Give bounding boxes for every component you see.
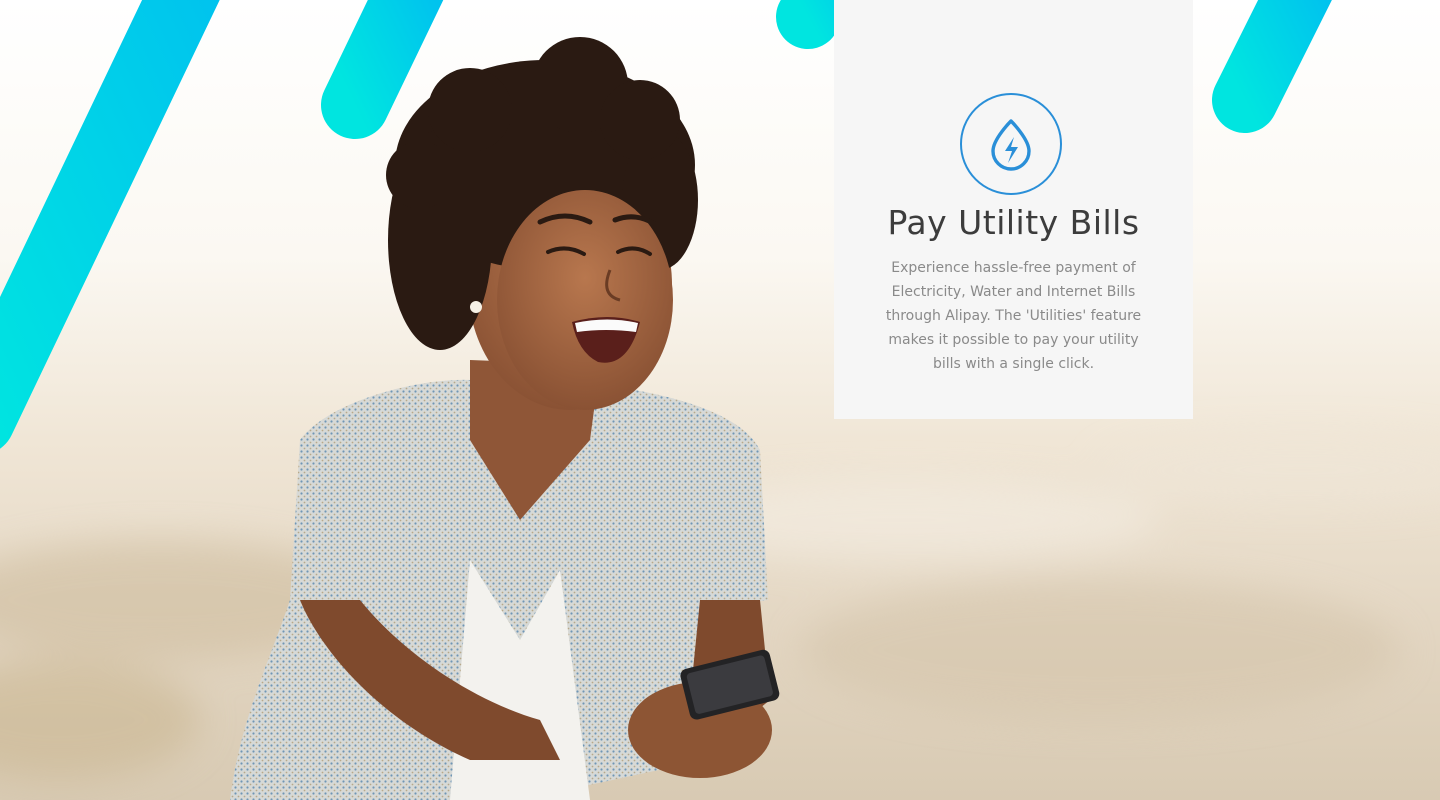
feature-title: Pay Utility Bills — [887, 203, 1140, 242]
hero-section: Pay Utility Bills Experience hassle-free… — [0, 0, 1440, 800]
feature-description: Experience hassle-free payment of Electr… — [885, 260, 1142, 372]
utility-drop-bolt-icon — [991, 119, 1031, 171]
hero-photo — [0, 0, 1440, 800]
utility-icon-ring — [960, 93, 1062, 195]
feature-card: Pay Utility Bills Experience hassle-free… — [834, 0, 1193, 419]
